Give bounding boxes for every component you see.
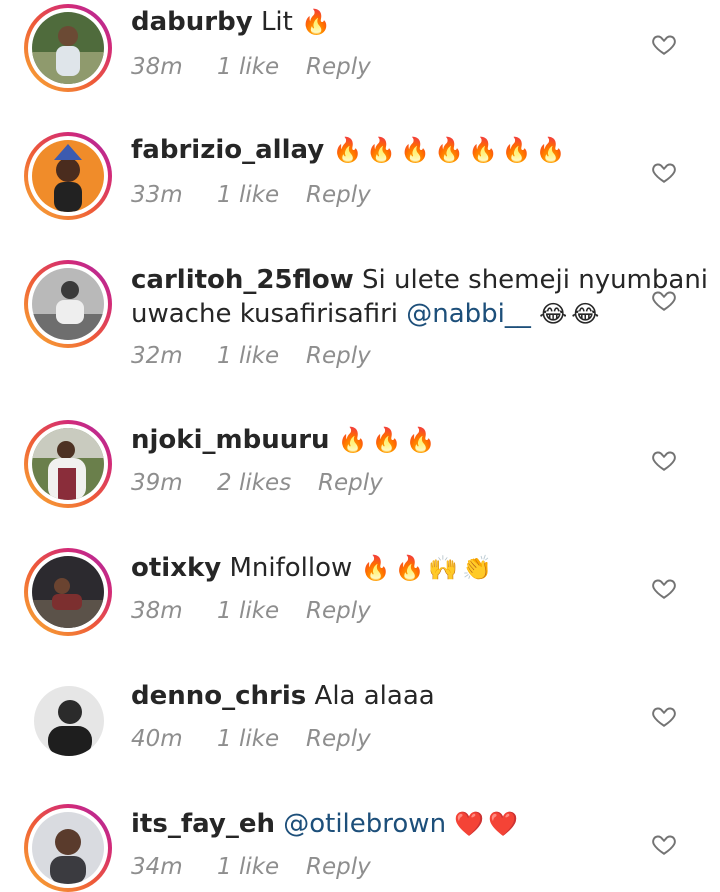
heart-outline-icon[interactable] xyxy=(651,703,677,729)
comment-time: 33m xyxy=(131,182,183,208)
comment-body: Mnifollow xyxy=(229,553,353,583)
comment-text: njoki_mbuuru 🔥🔥🔥 xyxy=(131,424,439,456)
reply-button[interactable]: Reply xyxy=(306,54,371,80)
avatar[interactable] xyxy=(24,548,112,636)
avatar[interactable] xyxy=(24,676,112,764)
comment-username[interactable]: njoki_mbuuru xyxy=(131,425,330,455)
comment-time: 40m xyxy=(131,726,183,752)
comment-likes[interactable]: 1 like xyxy=(217,343,279,369)
comment-likes[interactable]: 1 like xyxy=(217,182,279,208)
heart-outline-icon[interactable] xyxy=(651,831,677,857)
comment-username[interactable]: daburby xyxy=(131,7,253,37)
avatar[interactable] xyxy=(24,420,112,508)
comment-text: fabrizio_allay 🔥🔥🔥🔥🔥🔥🔥 xyxy=(131,134,570,166)
heart-outline-icon[interactable] xyxy=(651,575,677,601)
comment-time: 38m xyxy=(131,54,183,80)
avatar[interactable] xyxy=(24,260,112,348)
reply-button[interactable]: Reply xyxy=(306,598,371,624)
comment-time: 38m xyxy=(131,598,183,624)
avatar[interactable] xyxy=(24,132,112,220)
comment-text: denno_chris Ala alaaa xyxy=(131,680,435,712)
comment-time: 32m xyxy=(131,343,183,369)
comment-time: 34m xyxy=(131,854,183,880)
comment-text: daburby Lit 🔥 xyxy=(131,6,335,38)
comment-username[interactable]: denno_chris xyxy=(131,681,306,711)
comment-likes[interactable]: 1 like xyxy=(217,726,279,752)
comment-text-line2: uwache kusafirisafiri @nabbi__ 😂😂 xyxy=(131,298,603,330)
comment-text: otixky Mnifollow 🔥🔥🙌👏 xyxy=(131,552,496,584)
comment-body-continued: uwache kusafirisafiri xyxy=(131,299,398,329)
heart-outline-icon[interactable] xyxy=(651,31,677,57)
comment-emoji: 🔥🔥🔥 xyxy=(337,426,440,454)
heart-outline-icon[interactable] xyxy=(651,447,677,473)
comment-mention[interactable]: @otilebrown xyxy=(283,809,446,839)
comment-likes[interactable]: 1 like xyxy=(217,598,279,624)
comment-time: 39m xyxy=(131,470,183,496)
comment-text: carlitoh_25flow Si ulete shemeji nyumban… xyxy=(131,264,708,296)
comment-emoji: ❤️❤️ xyxy=(454,810,523,838)
comment-username[interactable]: fabrizio_allay xyxy=(131,135,324,165)
comment-likes[interactable]: 1 like xyxy=(217,54,279,80)
reply-button[interactable]: Reply xyxy=(306,182,371,208)
comment-text: its_fay_eh @otilebrown ❤️❤️ xyxy=(131,808,522,840)
comment-emoji: 😂😂 xyxy=(539,300,604,328)
comment-username[interactable]: carlitoh_25flow xyxy=(131,265,354,295)
comment-body: Lit xyxy=(260,7,293,37)
reply-button[interactable]: Reply xyxy=(306,854,371,880)
comment-emoji: 🔥🔥🔥🔥🔥🔥🔥 xyxy=(332,136,570,164)
reply-button[interactable]: Reply xyxy=(318,470,383,496)
heart-outline-icon[interactable] xyxy=(651,159,677,185)
comment-mention[interactable]: @nabbi__ xyxy=(406,299,531,329)
reply-button[interactable]: Reply xyxy=(306,726,371,752)
comment-likes[interactable]: 2 likes xyxy=(217,470,291,496)
heart-outline-icon[interactable] xyxy=(651,287,677,313)
comment-likes[interactable]: 1 like xyxy=(217,854,279,880)
comment-username[interactable]: otixky xyxy=(131,553,221,583)
avatar[interactable] xyxy=(24,804,112,892)
reply-button[interactable]: Reply xyxy=(306,343,371,369)
avatar[interactable] xyxy=(24,4,112,92)
comment-emoji: 🔥🔥🙌👏 xyxy=(360,554,497,582)
comment-body: Ala alaaa xyxy=(314,681,435,711)
comment-username[interactable]: its_fay_eh xyxy=(131,809,275,839)
comment-emoji: 🔥 xyxy=(301,8,335,36)
